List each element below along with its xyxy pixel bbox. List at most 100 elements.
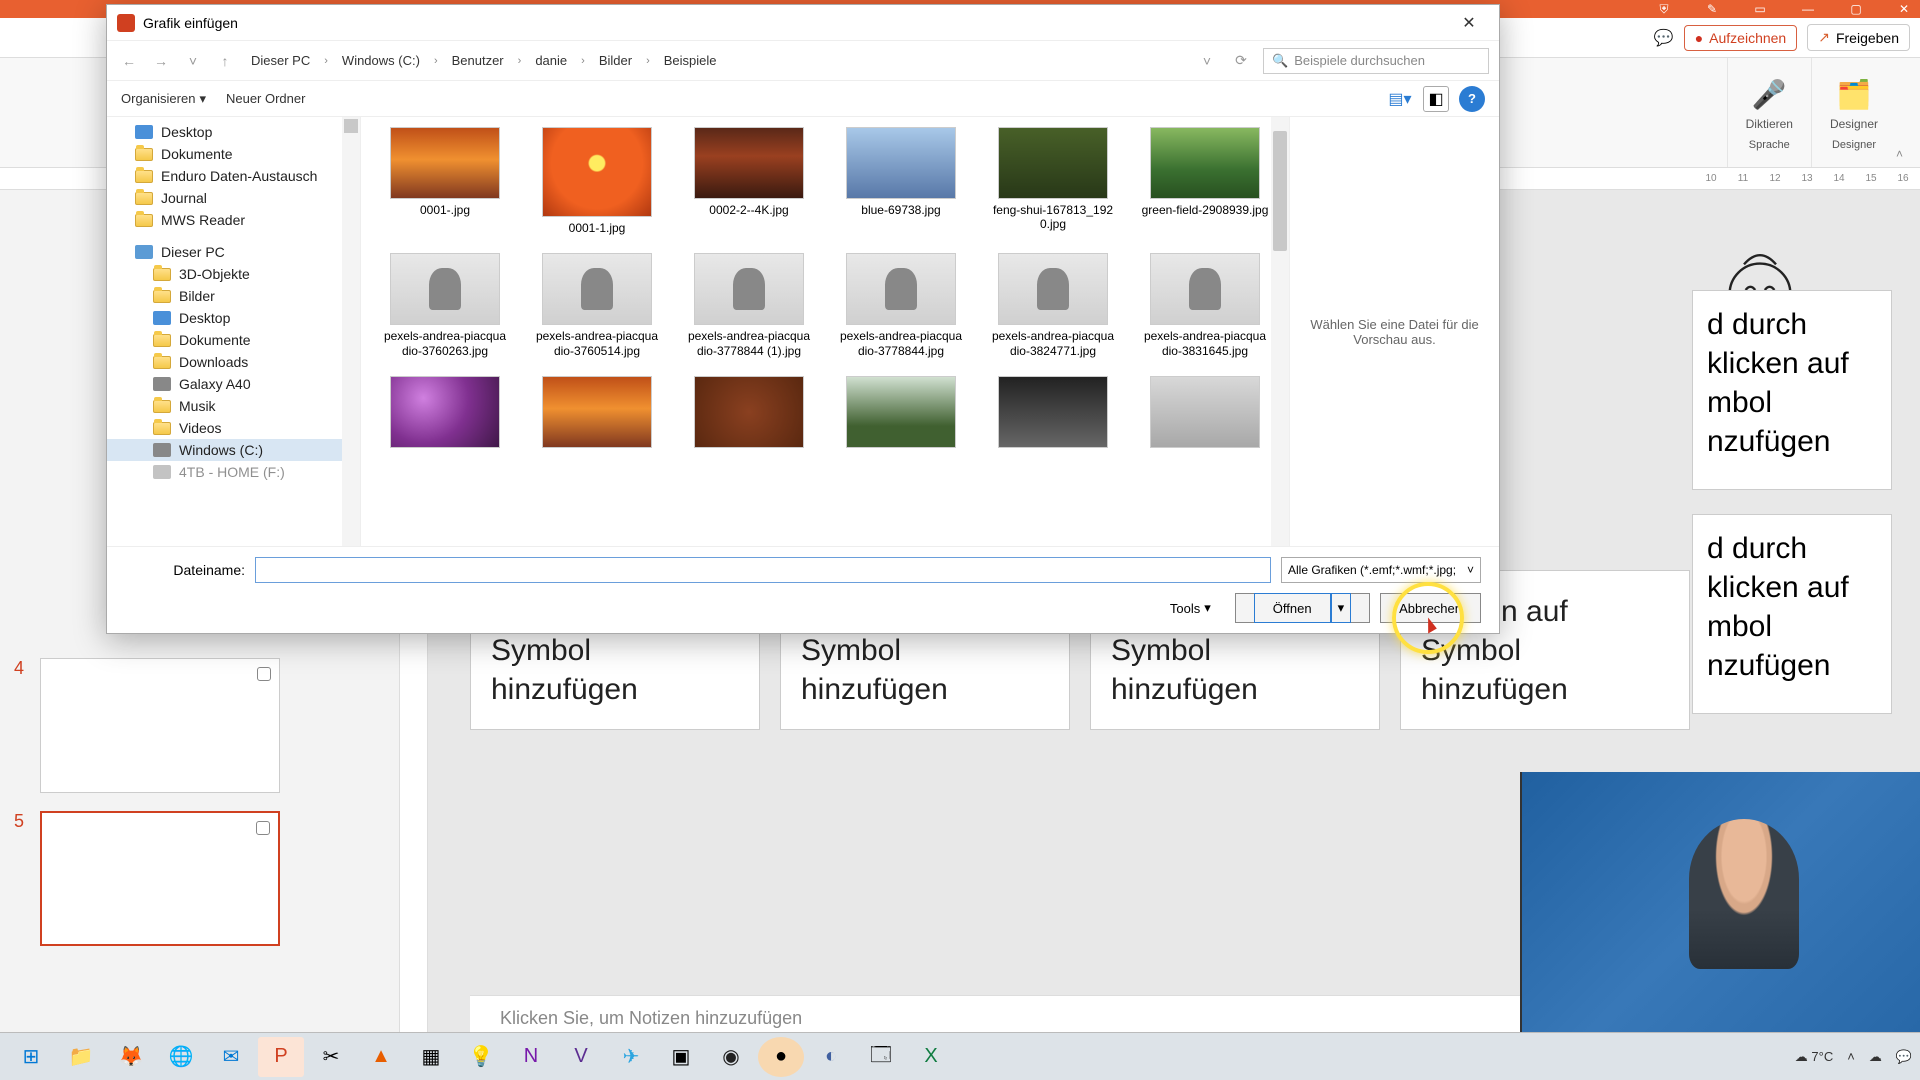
file-item[interactable]: 0002-2--4K.jpg	[685, 127, 813, 235]
up-icon[interactable]: ↑	[213, 49, 237, 73]
share-button[interactable]: ↗ Freigeben	[1807, 24, 1910, 51]
new-folder-button[interactable]: Neuer Ordner	[226, 91, 305, 106]
app-icon[interactable]: ▦	[408, 1037, 454, 1077]
breadcrumb[interactable]: Beispiele	[658, 51, 723, 70]
file-item[interactable]	[533, 376, 661, 448]
onenote-icon[interactable]: N	[508, 1037, 554, 1077]
tree-item-windows-c[interactable]: Windows (C:)	[107, 439, 360, 461]
filename-input[interactable]	[255, 557, 1271, 583]
dialog-close-button[interactable]: ✕	[1449, 8, 1489, 38]
slide-5-row[interactable]: 5	[14, 811, 385, 946]
app-icon[interactable]: ▣	[658, 1037, 704, 1077]
tree-item-documents[interactable]: Dokumente	[107, 143, 360, 165]
content-placeholder[interactable]: d durch klicken auf mbol nzufügen	[1692, 290, 1892, 490]
tree-item-enduro[interactable]: Enduro Daten-Austausch	[107, 165, 360, 187]
file-item[interactable]: pexels-andrea-piacquadio-3778844.jpg	[837, 253, 965, 358]
tree-item-3dobjects[interactable]: 3D-Objekte	[107, 263, 360, 285]
app-icon[interactable]: 🗔	[858, 1037, 904, 1077]
search-input[interactable]: 🔍 Beispiele durchsuchen	[1263, 48, 1489, 74]
app-icon[interactable]: ◐	[808, 1037, 854, 1077]
tree-item-galaxy[interactable]: Galaxy A40	[107, 373, 360, 395]
tree-item-journal[interactable]: Journal	[107, 187, 360, 209]
collapse-ribbon-icon[interactable]: ˄	[1896, 58, 1910, 167]
tree-item-documents2[interactable]: Dokumente	[107, 329, 360, 351]
file-grid[interactable]: 0001-.jpg 0001-1.jpg 0002-2--4K.jpg blue…	[361, 117, 1289, 546]
scroll-up-icon[interactable]	[344, 119, 358, 133]
preview-pane-toggle[interactable]: ◧	[1423, 86, 1449, 112]
view-mode-button[interactable]: ▤▾	[1387, 86, 1413, 112]
excel-icon[interactable]: X	[908, 1037, 954, 1077]
breadcrumb[interactable]: Dieser PC	[245, 51, 316, 70]
file-item[interactable]: 0001-1.jpg	[533, 127, 661, 235]
tree-item-mws[interactable]: MWS Reader	[107, 209, 360, 231]
tree-scrollbar[interactable]	[342, 117, 360, 546]
tray-expand-icon[interactable]: ˄	[1847, 1049, 1855, 1064]
file-item[interactable]: pexels-andrea-piacquadio-3760263.jpg	[381, 253, 509, 358]
organize-menu[interactable]: Organisieren ▾	[121, 91, 206, 107]
designer-group[interactable]: 🗂️ Designer Designer	[1811, 58, 1896, 167]
weather-widget[interactable]: ☁ 7°C	[1795, 1049, 1833, 1065]
tree-item-home-f[interactable]: 4TB - HOME (F:)	[107, 461, 360, 483]
start-button[interactable]: ⊞	[8, 1037, 54, 1077]
tree-item-downloads[interactable]: Downloads	[107, 351, 360, 373]
onedrive-icon[interactable]: ☁	[1869, 1049, 1882, 1065]
slide-thumb-4[interactable]	[40, 658, 280, 793]
breadcrumb[interactable]: danie	[529, 51, 573, 70]
tree-item-videos[interactable]: Videos	[107, 417, 360, 439]
file-item[interactable]: pexels-andrea-piacquadio-3824771.jpg	[989, 253, 1117, 358]
telegram-icon[interactable]: ✈	[608, 1037, 654, 1077]
tree-item-music[interactable]: Musik	[107, 395, 360, 417]
chrome-icon[interactable]: 🌐	[158, 1037, 204, 1077]
breadcrumb[interactable]: Benutzer	[446, 51, 510, 70]
tray-icon[interactable]: 💬	[1896, 1049, 1912, 1065]
address-dropdown-icon[interactable]: ˅	[1195, 49, 1219, 73]
close-icon[interactable]: ✕	[1894, 2, 1914, 16]
obs-icon[interactable]: ◉	[708, 1037, 754, 1077]
file-item[interactable]: pexels-andrea-piacquadio-3760514.jpg	[533, 253, 661, 358]
help-icon[interactable]: ?	[1459, 86, 1485, 112]
snip-icon[interactable]: ✂	[308, 1037, 354, 1077]
refresh-icon[interactable]: ⟳	[1229, 49, 1253, 73]
open-button[interactable]: Öffnen	[1254, 593, 1331, 623]
file-item[interactable]: blue-69738.jpg	[837, 127, 965, 235]
tree-item-desktop[interactable]: Desktop	[107, 121, 360, 143]
breadcrumb[interactable]: Bilder	[593, 51, 638, 70]
forward-icon[interactable]: →	[149, 49, 173, 73]
file-item[interactable]: green-field-2908939.jpg	[1141, 127, 1269, 235]
outlook-icon[interactable]: ✉	[208, 1037, 254, 1077]
recent-dropdown-icon[interactable]: ˅	[181, 49, 205, 73]
content-placeholder[interactable]: d durch klicken auf mbol nzufügen	[1692, 514, 1892, 714]
powerpoint-icon[interactable]: P	[258, 1037, 304, 1077]
file-item[interactable]: 0001-.jpg	[381, 127, 509, 235]
app-icon[interactable]: ●	[758, 1037, 804, 1077]
file-explorer-icon[interactable]: 📁	[58, 1037, 104, 1077]
file-item[interactable]: pexels-andrea-piacquadio-3778844 (1).jpg	[685, 253, 813, 358]
folder-tree[interactable]: Desktop Dokumente Enduro Daten-Austausch…	[107, 117, 361, 546]
file-item[interactable]	[685, 376, 813, 448]
file-item[interactable]	[989, 376, 1117, 448]
open-dropdown[interactable]: ▾	[1331, 593, 1352, 623]
comment-icon[interactable]: 💬	[1654, 28, 1674, 48]
tree-item-thispc[interactable]: Dieser PC	[107, 241, 360, 263]
dictate-group[interactable]: 🎤 Diktieren Sprache	[1727, 58, 1811, 167]
vlc-icon[interactable]: ▲	[358, 1037, 404, 1077]
tree-item-desktop2[interactable]: Desktop	[107, 307, 360, 329]
minimize-icon[interactable]: —	[1798, 2, 1818, 16]
taskbar[interactable]: ⊞ 📁 🦊 🌐 ✉ P ✂ ▲ ▦ 💡 N V ✈ ▣ ◉ ● ◐ 🗔 X ☁ …	[0, 1032, 1920, 1080]
firefox-icon[interactable]: 🦊	[108, 1037, 154, 1077]
file-scrollbar[interactable]	[1271, 117, 1289, 546]
maximize-icon[interactable]: ▢	[1846, 2, 1866, 16]
file-item[interactable]: feng-shui-167813_1920.jpg	[989, 127, 1117, 235]
visual-studio-icon[interactable]: V	[558, 1037, 604, 1077]
file-item[interactable]	[381, 376, 509, 448]
filetype-select[interactable]: Alle Grafiken (*.emf;*.wmf;*.jpg; ˅	[1281, 557, 1481, 583]
tips-icon[interactable]: 💡	[458, 1037, 504, 1077]
back-icon[interactable]: ←	[117, 49, 141, 73]
record-button[interactable]: ● Aufzeichnen	[1684, 25, 1798, 51]
slide-thumb-5[interactable]	[40, 811, 280, 946]
slide-4-row[interactable]: 4	[14, 658, 385, 793]
file-item[interactable]	[1141, 376, 1269, 448]
file-item[interactable]: pexels-andrea-piacquadio-3831645.jpg	[1141, 253, 1269, 358]
breadcrumb[interactable]: Windows (C:)	[336, 51, 426, 70]
file-item[interactable]	[837, 376, 965, 448]
